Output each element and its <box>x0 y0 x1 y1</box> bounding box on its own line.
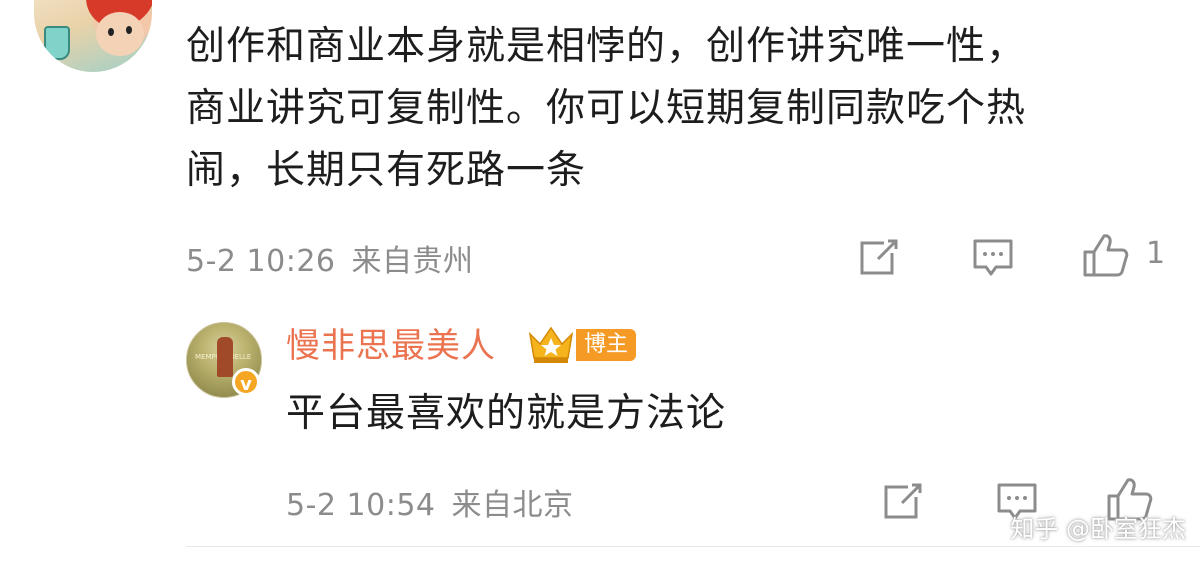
commenter-avatar[interactable] <box>34 0 152 72</box>
comment-meta: 5-2 10:26 来自贵州 <box>186 236 474 280</box>
reply-text: 平台最喜欢的就是方法论 <box>286 391 727 436</box>
comment-text: 创作和商业本身就是相悖的，创作讲究唯一性， 商业讲究可复制性。你可以短期复制同款… <box>186 24 1027 193</box>
reply-meta: 5-2 10:54 来自北京 <box>286 480 574 524</box>
reply-time: 5-2 10:54 <box>286 488 436 523</box>
divider <box>186 546 1200 547</box>
watermark: 知乎 @卧室狂杰 <box>1010 515 1186 543</box>
share-icon[interactable] <box>858 237 900 277</box>
reply-source: 来自北京 <box>451 488 574 523</box>
blogger-badge: 博主 <box>576 329 637 361</box>
reply-share-icon[interactable] <box>882 481 924 521</box>
avatar-face-graphic <box>96 12 144 56</box>
avatar-drink-graphic <box>44 26 70 60</box>
like-count: 1 <box>1146 236 1166 271</box>
verified-icon: v <box>232 368 260 396</box>
like-icon[interactable] <box>1082 232 1130 278</box>
comment-time: 5-2 10:26 <box>186 244 336 279</box>
comment-icon[interactable] <box>972 238 1014 278</box>
crown-icon <box>526 324 576 368</box>
reply-username[interactable]: 慢非思最美人 <box>286 318 496 367</box>
avatar-figure-graphic <box>217 337 233 377</box>
comment-source: 来自贵州 <box>351 244 474 279</box>
